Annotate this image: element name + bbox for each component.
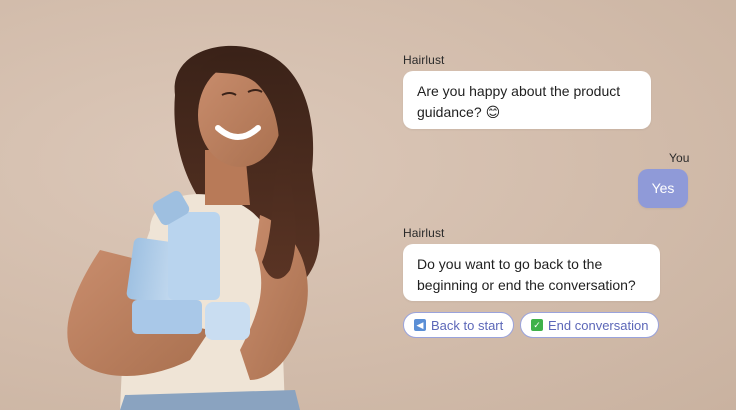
end-conversation-button[interactable]: ✓ End conversation: [520, 312, 659, 338]
sender-label-you: You: [669, 151, 690, 165]
bot-message-bubble: Do you want to go back to the beginning …: [403, 244, 660, 301]
message-text-line: beginning or end the conversation?: [417, 277, 636, 293]
message-text-line: Are you happy about the product: [417, 83, 621, 99]
message-text-line: guidance? 😊: [417, 102, 637, 123]
check-mark-icon: ✓: [531, 319, 543, 331]
bot-message-bubble: Are you happy about the product guidance…: [403, 71, 651, 129]
back-arrow-icon: ◀: [414, 319, 426, 331]
message-text-line: Do you want to go back to the: [417, 256, 603, 272]
chip-label: End conversation: [548, 317, 649, 333]
woman-with-products-photo: [67, 45, 320, 410]
sender-label-hairlust: Hairlust: [403, 226, 445, 240]
chip-label: Back to start: [431, 317, 504, 333]
user-message-bubble: Yes: [638, 169, 688, 208]
chat-promo-canvas: Hairlust Are you happy about the product…: [0, 0, 736, 410]
smiling-face-emoji-icon: 😊: [485, 104, 501, 120]
back-to-start-button[interactable]: ◀ Back to start: [403, 312, 514, 338]
sender-label-hairlust: Hairlust: [403, 53, 445, 67]
